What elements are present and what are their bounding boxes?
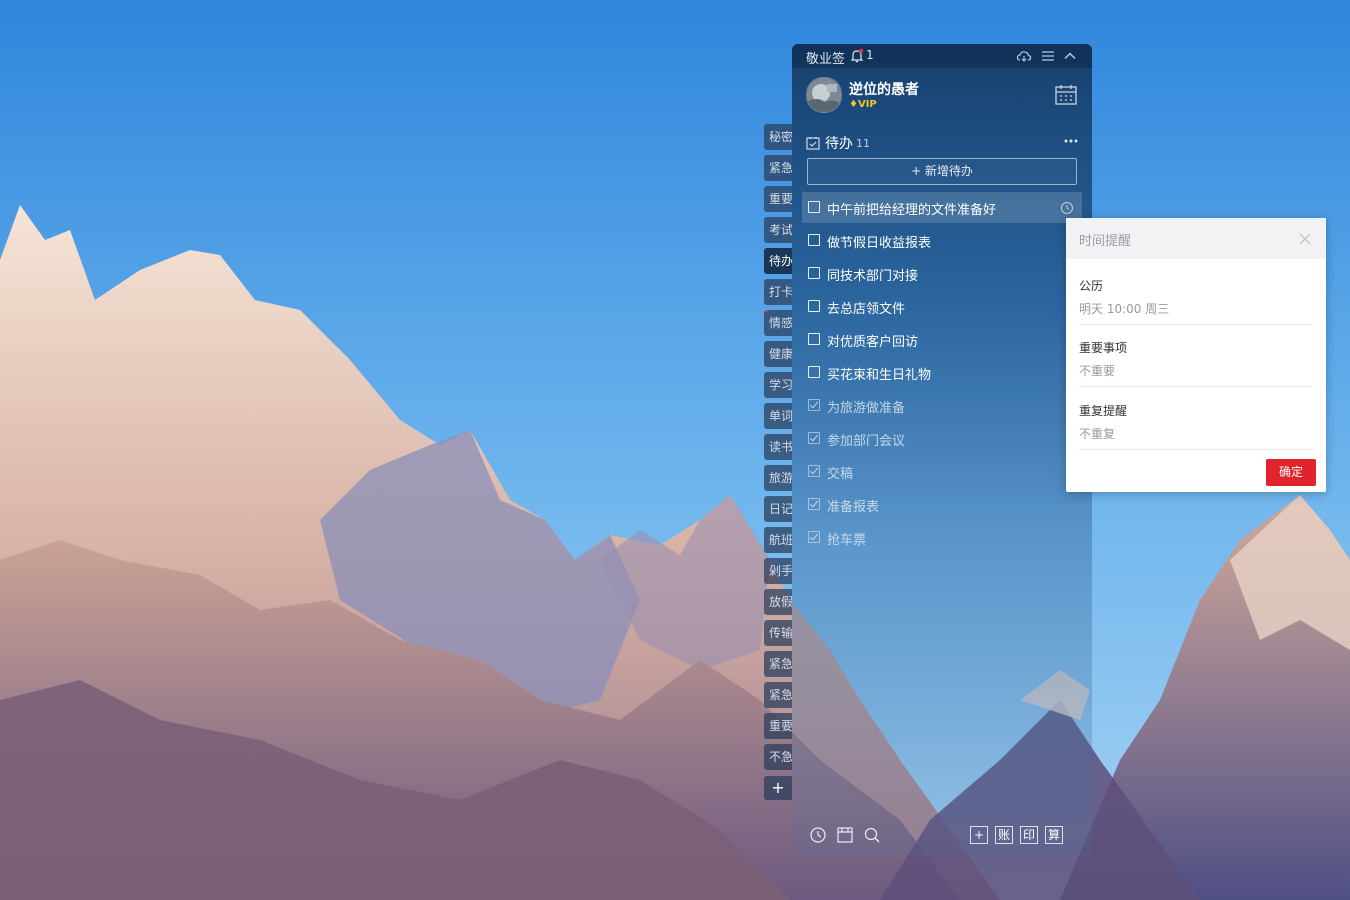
side-tab-reading[interactable]: 读书 bbox=[764, 434, 792, 460]
todo-text: 为旅游做准备 bbox=[827, 401, 906, 416]
calendar-type-row[interactable]: 公历 明天 10:00 周三 bbox=[1079, 263, 1313, 325]
user-profile: 逆位的愚者 ♦VIP bbox=[806, 77, 1078, 117]
sticky-note-panel: 敬业签 1 逆位的愚者 ♦VIP 待办 11 + 新增待办 中午前把给经理的文件… bbox=[792, 44, 1092, 856]
todo-checkbox[interactable] bbox=[808, 267, 820, 279]
side-tab-urgent[interactable]: 紧急 bbox=[764, 155, 792, 181]
calendar-icon[interactable] bbox=[1054, 83, 1078, 107]
todo-text: 同技术部门对接 bbox=[827, 269, 919, 284]
collapse-chevron-up-icon[interactable] bbox=[1062, 48, 1078, 64]
side-tab-checkin[interactable]: 打卡 bbox=[764, 279, 792, 305]
close-icon[interactable] bbox=[1298, 231, 1312, 245]
side-tab-health[interactable]: 健康 bbox=[764, 341, 792, 367]
add-todo-button[interactable]: + 新增待办 bbox=[807, 158, 1077, 185]
todo-text: 中午前把给经理的文件准备好 bbox=[827, 203, 997, 218]
todo-checkbox-checked[interactable] bbox=[808, 498, 820, 510]
cloud-sync-icon[interactable] bbox=[1016, 48, 1032, 64]
todo-checkbox-checked[interactable] bbox=[808, 531, 820, 543]
side-tab-words[interactable]: 单词 bbox=[764, 403, 792, 429]
app-name: 敬业签 bbox=[806, 52, 846, 67]
avatar[interactable] bbox=[806, 77, 842, 113]
time-reminder-dialog: 时间提醒 公历 明天 10:00 周三 重要事项 不重要 重复提醒 不重复 确定 bbox=[1066, 218, 1326, 492]
diamond-icon: ♦ bbox=[849, 99, 858, 110]
side-tab-urgent-3[interactable]: 紧急 bbox=[764, 682, 792, 708]
todo-text: 去总店领文件 bbox=[827, 302, 906, 317]
archive-icon[interactable] bbox=[836, 826, 854, 844]
todo-text: 对优质客户回访 bbox=[827, 335, 919, 350]
bell-icon[interactable] bbox=[849, 48, 865, 64]
side-tab-diary[interactable]: 日记 bbox=[764, 496, 792, 522]
side-tab-emotion[interactable]: 情感 bbox=[764, 310, 792, 336]
row-label: 重要事项 bbox=[1079, 341, 1128, 355]
side-tab-secret[interactable]: 秘密 bbox=[764, 124, 792, 150]
bottom-toolbar: + 账 印 算 bbox=[792, 814, 1092, 854]
side-tab-flight[interactable]: 航班 bbox=[764, 527, 792, 553]
todo-count: 11 bbox=[856, 137, 870, 150]
todo-text: 交稿 bbox=[827, 467, 854, 482]
importance-value: 不重要 bbox=[1079, 364, 1116, 378]
add-note-button[interactable]: + bbox=[970, 826, 988, 844]
todo-section-header: 待办 11 bbox=[806, 132, 1078, 154]
menu-icon[interactable] bbox=[1040, 48, 1056, 64]
todo-checkbox[interactable] bbox=[808, 234, 820, 246]
todo-checkbox-checked[interactable] bbox=[808, 399, 820, 411]
clock-icon[interactable] bbox=[809, 826, 827, 844]
todo-item[interactable]: 做节假日收益报表 bbox=[802, 225, 1082, 256]
print-button[interactable]: 印 bbox=[1020, 826, 1038, 844]
section-title: 待办 bbox=[825, 136, 853, 152]
todo-item[interactable]: 同技术部门对接 bbox=[802, 258, 1082, 289]
importance-row[interactable]: 重要事项 不重要 bbox=[1079, 325, 1313, 387]
reminder-clock-icon[interactable] bbox=[1060, 200, 1074, 214]
side-tab-exam[interactable]: 考试 bbox=[764, 217, 792, 243]
todo-checkbox[interactable] bbox=[808, 366, 820, 378]
todo-text: 抢车票 bbox=[827, 533, 867, 548]
todo-item-completed[interactable]: 抢车票 bbox=[802, 522, 1082, 553]
calculator-button[interactable]: 算 bbox=[1045, 826, 1063, 844]
side-tab-study[interactable]: 学习 bbox=[764, 372, 792, 398]
search-icon[interactable] bbox=[863, 826, 881, 844]
todo-item-completed[interactable]: 参加部门会议 bbox=[802, 423, 1082, 454]
side-tab-not-urgent[interactable]: 不急 bbox=[764, 744, 792, 770]
side-tab-important-2[interactable]: 重要 bbox=[764, 713, 792, 739]
vip-badge: ♦VIP bbox=[849, 99, 877, 110]
todo-checkbox-checked[interactable] bbox=[808, 432, 820, 444]
todo-item-completed[interactable]: 交稿 bbox=[802, 456, 1082, 487]
todo-checkbox-checked[interactable] bbox=[808, 465, 820, 477]
todo-item-completed[interactable]: 为旅游做准备 bbox=[802, 390, 1082, 421]
notification-count: 1 bbox=[866, 48, 874, 62]
add-category-button[interactable]: + bbox=[764, 776, 792, 800]
side-tab-shopping[interactable]: 剁手 bbox=[764, 558, 792, 584]
todo-checkbox[interactable] bbox=[808, 300, 820, 312]
todo-item[interactable]: 去总店领文件 bbox=[802, 291, 1082, 322]
row-label: 公历 bbox=[1079, 279, 1104, 293]
todo-item[interactable]: 对优质客户回访 bbox=[802, 324, 1082, 355]
dialog-title: 时间提醒 bbox=[1079, 234, 1132, 249]
todo-item[interactable]: 买花束和生日礼物 bbox=[802, 357, 1082, 388]
side-tab-holiday[interactable]: 放假 bbox=[764, 589, 792, 615]
todo-text: 参加部门会议 bbox=[827, 434, 906, 449]
confirm-button[interactable]: 确定 bbox=[1266, 459, 1316, 486]
todo-text: 做节假日收益报表 bbox=[827, 236, 932, 251]
side-tab-urgent-2[interactable]: 紧急 bbox=[764, 651, 792, 677]
todo-text: 准备报表 bbox=[827, 500, 880, 515]
todo-item-completed[interactable]: 准备报表 bbox=[802, 489, 1082, 520]
todo-checkbox[interactable] bbox=[808, 333, 820, 345]
reminder-time-value: 明天 10:00 周三 bbox=[1079, 302, 1170, 316]
title-bar: 敬业签 1 bbox=[792, 44, 1092, 68]
side-tab-transfer[interactable]: 传输 bbox=[764, 620, 792, 646]
todo-item[interactable]: 中午前把给经理的文件准备好 bbox=[802, 192, 1082, 223]
side-tab-travel[interactable]: 旅游 bbox=[764, 465, 792, 491]
side-tab-todo[interactable]: 待办 bbox=[764, 248, 792, 274]
row-label: 重复提醒 bbox=[1079, 404, 1128, 418]
unread-dot bbox=[765, 310, 769, 312]
repeat-value: 不重复 bbox=[1079, 427, 1116, 441]
dialog-header: 时间提醒 bbox=[1066, 218, 1326, 259]
todo-list-icon bbox=[806, 135, 820, 150]
todo-text: 买花束和生日礼物 bbox=[827, 368, 932, 383]
repeat-row[interactable]: 重复提醒 不重复 bbox=[1079, 388, 1313, 450]
side-tab-important[interactable]: 重要 bbox=[764, 186, 792, 212]
account-book-button[interactable]: 账 bbox=[995, 826, 1013, 844]
more-options-icon[interactable] bbox=[1062, 132, 1080, 150]
todo-checkbox[interactable] bbox=[808, 201, 820, 213]
username: 逆位的愚者 bbox=[849, 82, 919, 98]
